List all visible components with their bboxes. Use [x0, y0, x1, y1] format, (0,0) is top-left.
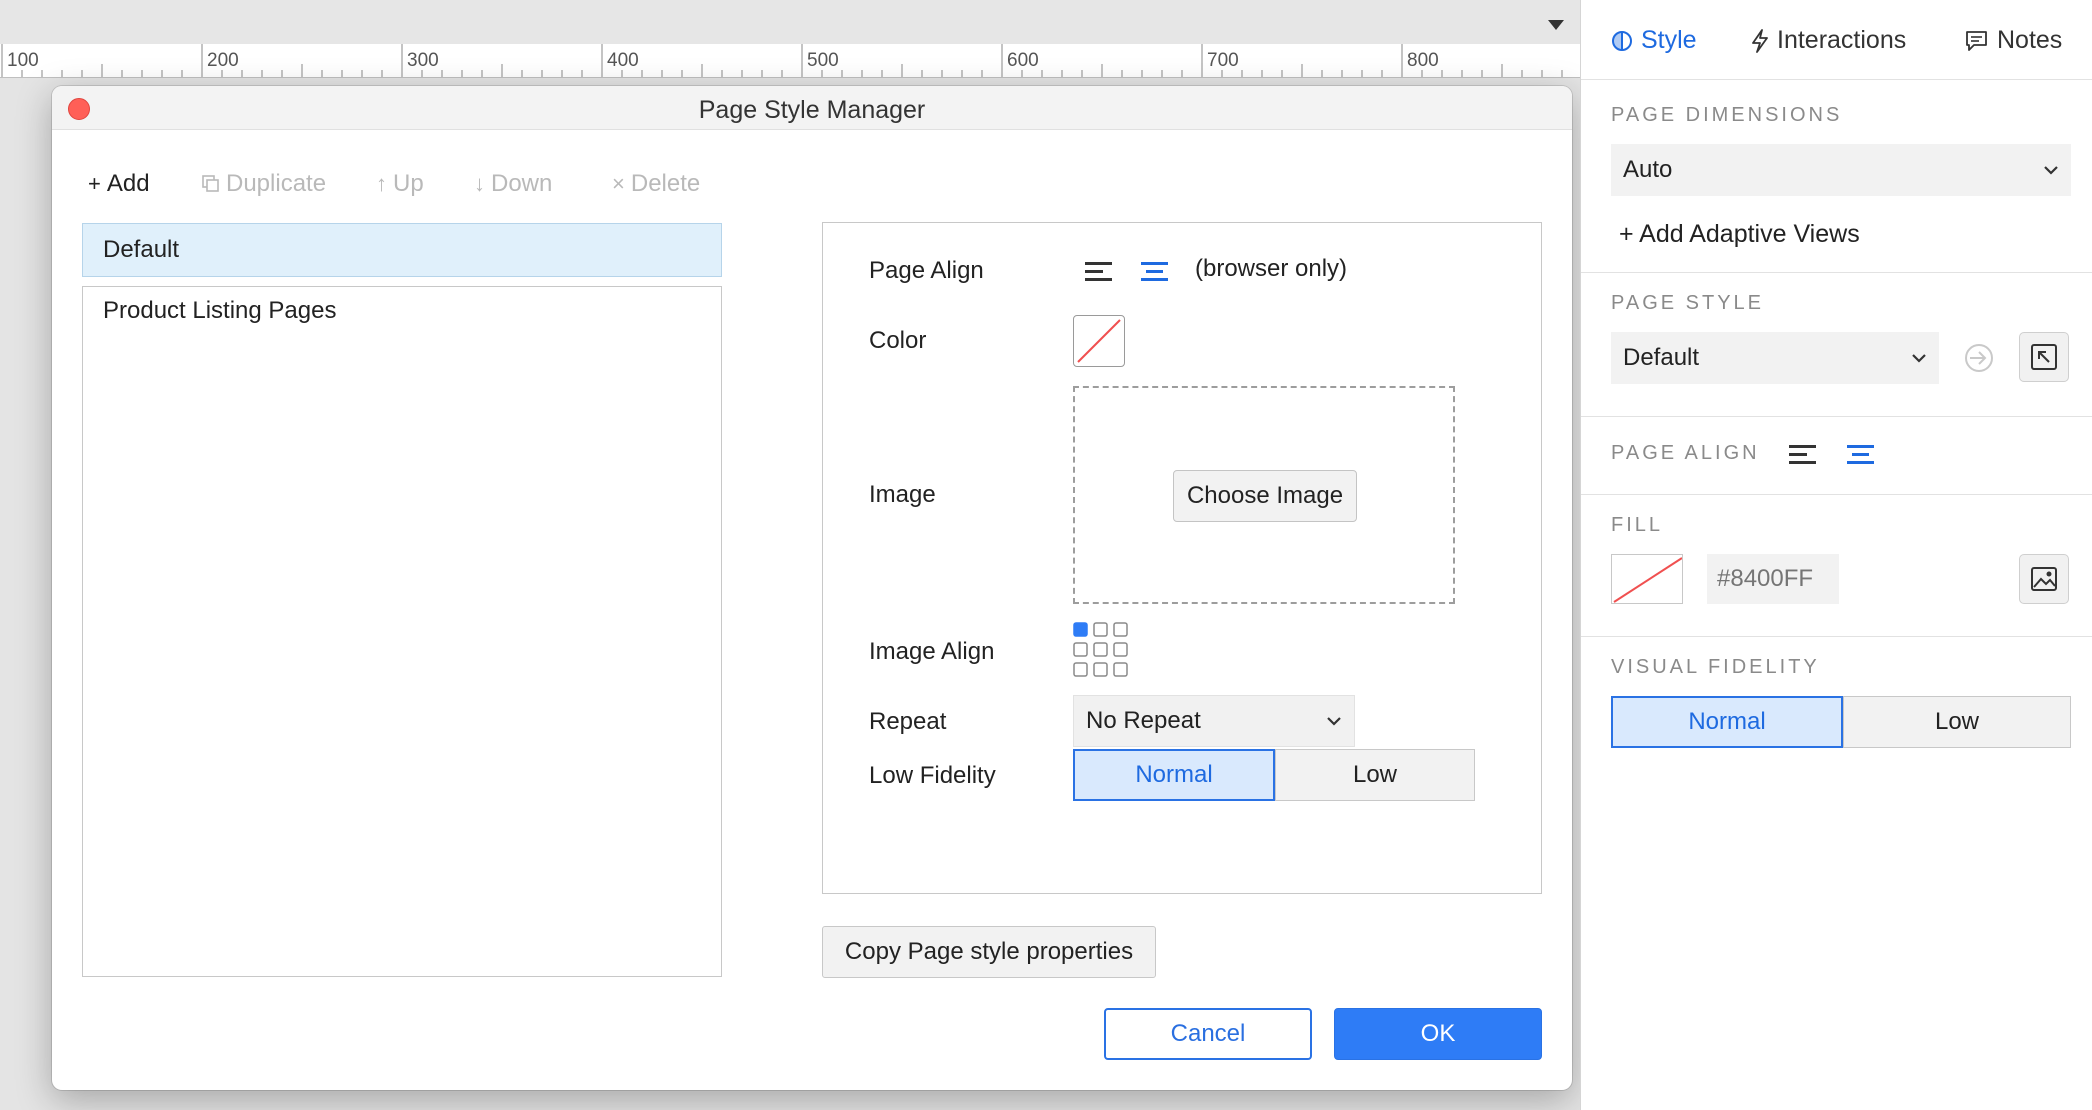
section-divider — [1581, 272, 2092, 273]
page-style-manager-dialog: Page Style Manager + Add Duplicate ↑ Up … — [52, 86, 1572, 1090]
add-button[interactable]: + Add — [88, 170, 150, 198]
duplicate-button[interactable]: Duplicate — [202, 170, 326, 198]
arrow-up-icon: ↑ — [376, 171, 387, 196]
style-icon — [1612, 30, 1632, 51]
plus-icon: + — [1619, 220, 1640, 248]
dialog-title: Page Style Manager — [698, 96, 926, 124]
add-adaptive-views-link[interactable]: + Add Adaptive Views — [1619, 220, 1860, 249]
style-list-item[interactable]: Product Listing Pages — [103, 297, 336, 325]
choose-image-button[interactable]: Choose Image — [1173, 470, 1357, 522]
lightning-icon — [1752, 28, 1768, 53]
add-label: Add — [106, 170, 150, 197]
chevron-down-icon — [2044, 166, 2058, 175]
style-list: Product Listing Pages — [82, 286, 722, 977]
page-dimensions-value: Auto — [1623, 156, 1673, 183]
image-drop-area[interactable]: Choose Image — [1073, 386, 1455, 604]
style-properties-panel: Page Align (browser only) Color Image Ch… — [822, 222, 1542, 894]
page-dimensions-select[interactable]: Auto — [1611, 144, 2071, 196]
page-style-title: PAGE STYLE — [1611, 292, 1765, 314]
ruler-label: 700 — [1207, 50, 1239, 71]
ok-button[interactable]: OK — [1334, 1008, 1542, 1060]
fill-title: FILL — [1611, 514, 1664, 536]
fidelity-low-button[interactable]: Low — [1275, 749, 1475, 801]
visual-fidelity-low-button[interactable]: Low — [1843, 696, 2071, 748]
ruler-label: 600 — [1007, 50, 1039, 71]
tab-interactions-label: Interactions — [1777, 26, 1907, 54]
ruler-label: 200 — [207, 50, 239, 71]
canvas-top-strip — [0, 0, 1580, 44]
tab-style-label: Style — [1641, 26, 1697, 54]
fill-color-swatch[interactable] — [1611, 554, 1683, 604]
add-adaptive-views-label: Add Adaptive Views — [1639, 220, 1860, 248]
image-align-grid-icon[interactable] — [1073, 622, 1133, 682]
repeat-select[interactable]: No Repeat — [1073, 695, 1355, 747]
repeat-select-value: No Repeat — [1086, 707, 1201, 734]
tab-style[interactable]: Style — [1611, 26, 1697, 55]
page-align-label: Page Align — [869, 257, 984, 284]
color-swatch[interactable] — [1073, 315, 1125, 367]
section-divider — [1581, 494, 2092, 495]
align-left-icon[interactable] — [1789, 444, 1817, 466]
down-button[interactable]: ↓ Down — [474, 170, 552, 198]
section-divider — [1581, 636, 2092, 637]
chevron-down-icon — [1912, 354, 1926, 363]
duplicate-icon — [202, 175, 219, 192]
low-fidelity-toggle: Normal Low — [1073, 749, 1475, 801]
inspector-tabs: Style Interactions Notes — [1581, 0, 2092, 80]
tab-notes-label: Notes — [1997, 26, 2063, 54]
fill-image-button[interactable] — [2019, 554, 2069, 604]
apply-style-icon[interactable] — [1963, 342, 1995, 374]
copy-page-style-button[interactable]: Copy Page style properties — [822, 926, 1156, 978]
align-center-icon[interactable] — [1141, 261, 1169, 283]
section-divider — [1581, 416, 2092, 417]
arrow-down-icon: ↓ — [474, 171, 485, 196]
ruler-label: 400 — [607, 50, 639, 71]
plus-icon: + — [88, 171, 101, 196]
inspector-panel: Style Interactions Notes PAGE DIMENSIONS… — [1580, 0, 2092, 1110]
ruler-menu-icon[interactable] — [1548, 20, 1564, 30]
browser-only-note: (browser only) — [1195, 255, 1348, 282]
low-fidelity-label: Low Fidelity — [869, 762, 996, 789]
down-label: Down — [491, 170, 553, 197]
dialog-titlebar: Page Style Manager — [52, 86, 1572, 130]
tab-interactions[interactable]: Interactions — [1751, 26, 1906, 55]
no-fill-icon — [1613, 557, 1682, 603]
align-left-icon[interactable] — [1085, 261, 1113, 283]
align-center-icon[interactable] — [1847, 444, 1875, 466]
page-style-value: Default — [1623, 344, 1700, 371]
page-align-title: PAGE ALIGN — [1611, 442, 1760, 464]
delete-button[interactable]: × Delete — [612, 170, 700, 198]
cancel-button[interactable]: Cancel — [1104, 1008, 1312, 1060]
edit-page-style-button[interactable] — [2019, 332, 2069, 382]
ruler-label: 300 — [407, 50, 439, 71]
fidelity-normal-button[interactable]: Normal — [1073, 749, 1275, 801]
up-button[interactable]: ↑ Up — [376, 170, 424, 198]
no-fill-icon — [1077, 319, 1121, 363]
delete-label: Delete — [630, 170, 701, 197]
style-list-item-selected[interactable]: Default — [82, 223, 722, 277]
color-label: Color — [869, 327, 927, 354]
visual-fidelity-toggle: Normal Low — [1611, 696, 2071, 748]
page-dimensions-title: PAGE DIMENSIONS — [1611, 104, 1843, 126]
duplicate-label: Duplicate — [226, 170, 327, 197]
ruler-label: 100 — [7, 50, 39, 71]
open-style-manager-icon — [2031, 344, 2057, 370]
ruler-label: 500 — [807, 50, 839, 71]
x-icon: × — [612, 171, 625, 196]
ruler-label: 800 — [1407, 50, 1439, 71]
chevron-down-icon — [1327, 717, 1341, 726]
image-label: Image — [869, 481, 936, 508]
note-icon — [1966, 30, 1987, 51]
visual-fidelity-title: VISUAL FIDELITY — [1611, 656, 1820, 678]
horizontal-ruler: 100 200 300 400 500 600 700 800 — [0, 44, 1580, 78]
ruler-ticks: 100 200 300 400 500 600 700 800 — [1, 44, 1563, 77]
up-label: Up — [393, 170, 424, 197]
page-style-select[interactable]: Default — [1611, 332, 1939, 384]
repeat-label: Repeat — [869, 708, 947, 735]
fill-hex-input[interactable] — [1707, 554, 1839, 604]
image-icon — [2031, 567, 2057, 591]
tab-notes[interactable]: Notes — [1965, 26, 2062, 55]
visual-fidelity-normal-button[interactable]: Normal — [1611, 696, 1843, 748]
image-align-label: Image Align — [869, 638, 995, 665]
